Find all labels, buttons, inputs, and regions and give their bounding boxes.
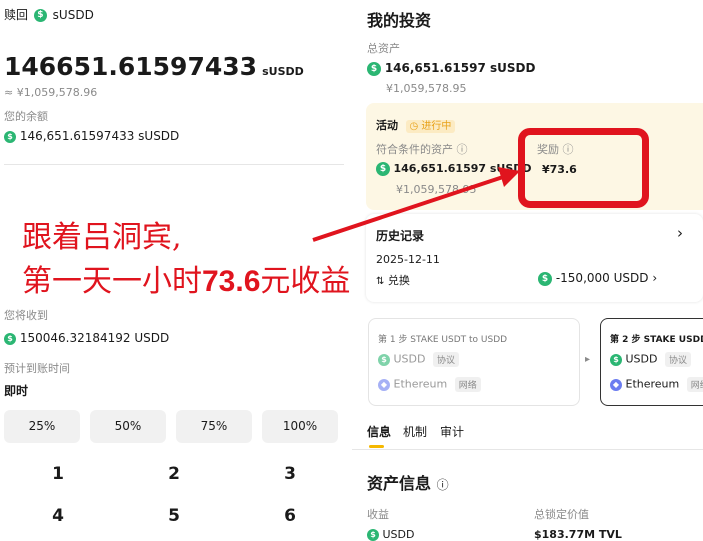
annotation-caption-line-1: 跟着吕洞宾, — [22, 220, 182, 255]
caption-suffix: 元收益 — [260, 264, 351, 299]
caption-prefix: 第一天一小时 — [22, 264, 202, 299]
caption-number: 73.6 — [202, 265, 261, 298]
annotation-caption-line-2: 第一天一小时73.6元收益 — [22, 256, 350, 300]
